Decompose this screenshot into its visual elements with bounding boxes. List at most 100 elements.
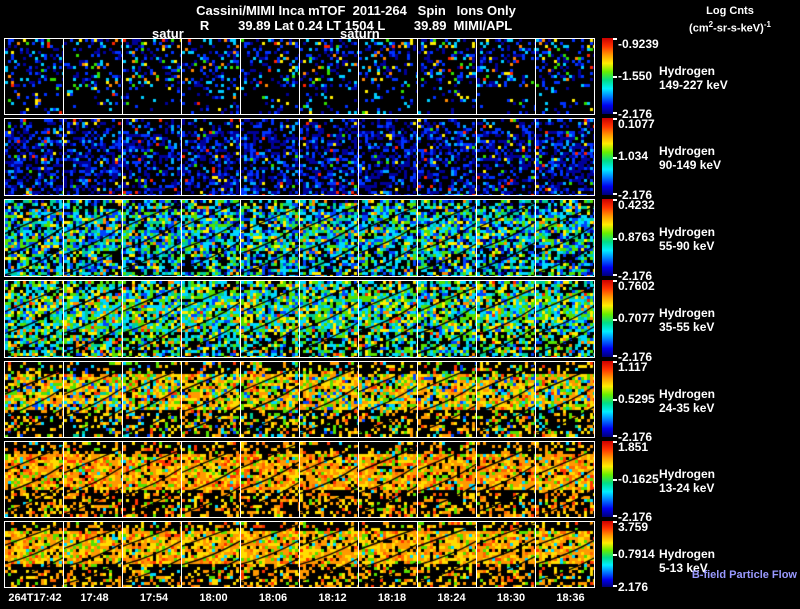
heatmap-panel [418, 39, 477, 114]
time-tick-label: 264T17:42 [8, 592, 62, 604]
energy-band-label: Hydrogen 90-149 keV [659, 144, 721, 172]
energy-row: 1.851 -0.1625 -2.176 Hydrogen 13-24 keV [0, 440, 800, 524]
energy-row: 3.759 0.7914 2.176 Hydrogen 5-13 keV B-f… [0, 520, 800, 594]
heatmap-panel [359, 442, 418, 517]
colorbar-mid-label: 0.8763 [618, 230, 655, 244]
colorbar-tick [613, 515, 617, 517]
saturn-label: satur [152, 26, 184, 41]
plot-title: Cassini/MIMI Inca mTOF 2011-264 Spin Ion… [196, 3, 516, 18]
heatmap-panel [182, 119, 241, 195]
saturn-label: saturn [340, 26, 380, 41]
heatmap-panel [300, 200, 359, 276]
colorbar [602, 361, 613, 437]
energy-row: -0.9239 -1.550 -2.176 Hydrogen 149-227 k… [0, 37, 800, 121]
colorbar-max-label: -0.9239 [618, 37, 659, 51]
panel-strip [4, 118, 595, 196]
colorbar-tick [613, 479, 617, 481]
colorbar [602, 199, 613, 276]
colorbar-tick [613, 76, 617, 78]
heatmap-panel [418, 200, 477, 276]
colorbar-tick [613, 554, 617, 556]
colorbar-tick [613, 193, 617, 195]
species-label: Hydrogen [659, 64, 716, 78]
heatmap-panel [418, 362, 477, 437]
heatmap-panel [182, 442, 241, 517]
energy-band-label: Hydrogen 13-24 keV [659, 467, 715, 495]
species-label: Hydrogen [659, 387, 716, 401]
heatmap-panel [5, 442, 64, 517]
colorbar-max-label: 0.7602 [618, 279, 655, 293]
heatmap-panel [182, 200, 241, 276]
colorbar-tick [613, 318, 617, 321]
heatmap-panel [241, 362, 300, 437]
heatmap-panel [64, 39, 123, 114]
colorbar-tick [613, 280, 617, 282]
colorbar-max-label: 0.1077 [618, 117, 655, 131]
heatmap-panel [477, 522, 536, 587]
colorbar-tick [613, 199, 617, 201]
heatmap-panel [123, 200, 182, 276]
colorbar-mid-label: -0.1625 [618, 471, 659, 486]
heatmap-panel [536, 119, 594, 195]
colorbar-max-label: 1.851 [618, 440, 649, 454]
energy-row: 1.117 0.5295 -2.176 Hydrogen 24-35 keV [0, 360, 800, 444]
energy-band-label: Hydrogen 55-90 keV [659, 225, 715, 253]
heatmap-panel [5, 119, 64, 195]
heatmap-panel [5, 522, 64, 587]
heatmap-panel [536, 442, 594, 517]
time-tick-label: 18:30 [496, 592, 526, 604]
time-tick-label: 18:00 [199, 592, 228, 604]
heatmap-panel [536, 200, 594, 276]
time-tick-label: 17:54 [139, 592, 169, 604]
heatmap-panel [64, 362, 123, 437]
colorbar [602, 38, 613, 114]
heatmap-panel [300, 362, 359, 437]
heatmap-panel [536, 281, 594, 357]
colorbar-mid-label: -1.550 [618, 68, 653, 83]
colorbar-max-label: 3.759 [618, 520, 649, 534]
colorbar-tick [613, 38, 617, 40]
time-tick-label: 17:48 [80, 592, 109, 604]
heatmap-panel [241, 200, 300, 276]
species-label: Hydrogen [659, 467, 716, 481]
heatmap-panel [241, 522, 300, 587]
species-label: Hydrogen [659, 547, 716, 561]
species-label: Hydrogen [659, 144, 716, 158]
heatmap-panel [182, 281, 241, 357]
colorbar-tick [613, 156, 617, 159]
panel-strip [4, 38, 595, 115]
heatmap-panel [123, 442, 182, 517]
heatmap-panel [477, 200, 536, 276]
heatmap-panel [359, 281, 418, 357]
heatmap-panel [359, 39, 418, 114]
heatmap-panel [477, 362, 536, 437]
colorbar-mid-label: 1.034 [618, 149, 649, 163]
panel-strip [4, 280, 595, 358]
heatmap-panel [123, 362, 182, 437]
energy-range-label: 35-55 keV [659, 320, 715, 334]
species-label: Hydrogen [659, 306, 716, 320]
colorbar-min-label: 2.176 [618, 580, 649, 594]
energy-row: 0.1077 1.034 -2.176 Hydrogen 90-149 keV [0, 117, 800, 202]
heatmap-panel [241, 281, 300, 357]
energy-range-label: 24-35 keV [659, 401, 715, 415]
species-label: Hydrogen [659, 225, 716, 239]
heatmap-panel [5, 281, 64, 357]
colorbar [602, 441, 613, 517]
heatmap-panel [359, 362, 418, 437]
colorbar-tick [613, 118, 617, 120]
energy-band-label: Hydrogen 35-55 keV [659, 306, 715, 334]
heatmap-panel [418, 522, 477, 587]
heatmap-panel [300, 522, 359, 587]
heatmap-panel [123, 522, 182, 587]
panel-strip [4, 361, 595, 438]
panel-strip [4, 441, 595, 518]
time-tick-label: 18:06 [258, 592, 288, 604]
colorbar-mid-label: 0.7077 [618, 311, 655, 325]
plot-area: Cassini/MIMI Inca mTOF 2011-264 Spin Ion… [0, 0, 800, 609]
colorbar-mid-label: 0.5295 [618, 391, 655, 406]
colorbar-max-label: 0.4232 [618, 198, 655, 212]
colorbar-tick [613, 355, 617, 357]
heatmap-panel [123, 119, 182, 195]
heatmap-panel [536, 522, 594, 587]
